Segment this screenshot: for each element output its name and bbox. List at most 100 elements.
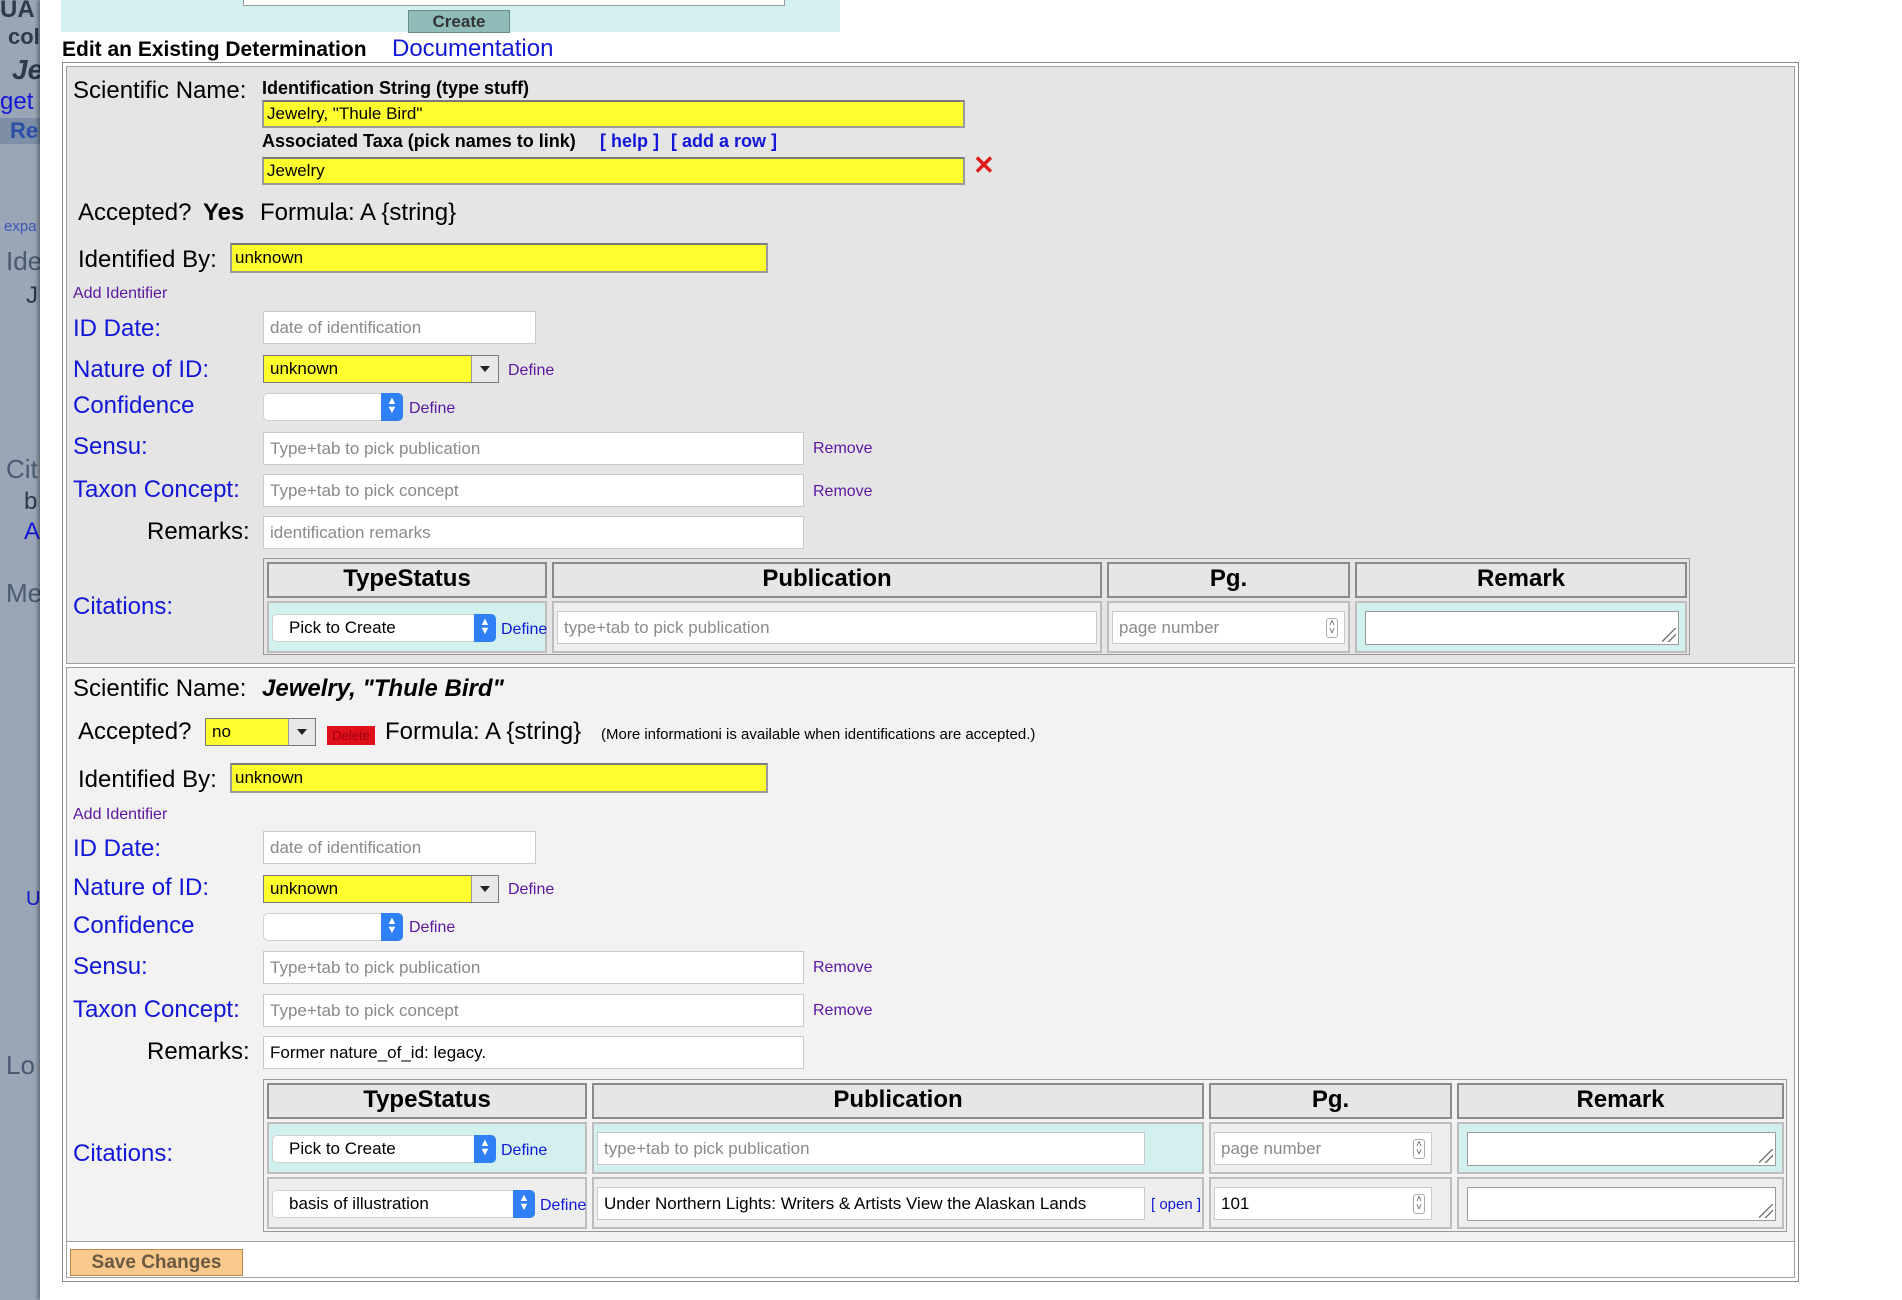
confidence-select[interactable]: ▲ ▼ [263, 913, 403, 941]
create-input[interactable] [243, 0, 785, 6]
table-cell [1457, 1177, 1784, 1229]
sensu-input[interactable]: Type+tab to pick publication [263, 432, 804, 465]
nature-of-id-value: unknown [270, 359, 339, 378]
sensu-input[interactable]: Type+tab to pick publication [263, 951, 804, 984]
add-row-link[interactable]: [ add a row ] [671, 131, 777, 152]
table-cell: type+tab to pick publication [552, 601, 1102, 653]
citations-table: TypeStatus Publication Pg. Remark Pick t… [263, 1079, 1787, 1232]
typestatus-value: basis of illustration [289, 1194, 429, 1213]
id-date-label: ID Date: [73, 835, 162, 862]
id-date-label: ID Date: [73, 315, 162, 342]
associated-taxa-input[interactable]: Jewelry [262, 157, 965, 185]
taxon-concept-remove-link[interactable]: Remove [813, 1002, 873, 1020]
chevron-updown-icon: ▲ ▼ [474, 1135, 496, 1163]
accepted-value: no [212, 722, 231, 741]
remarks-label: Remarks: [147, 518, 250, 545]
col-publication: Publication [592, 1083, 1204, 1119]
bg-fragment[interactable]: A [24, 518, 40, 546]
publication-input[interactable]: type+tab to pick publication [557, 611, 1097, 644]
stepper-icon[interactable]: ˄ ˅ [1413, 1139, 1425, 1159]
open-publication-link[interactable]: [ open ] [1151, 1196, 1201, 1213]
table-row: basis of illustration ▲ ▼ Define [267, 1177, 587, 1229]
table-row: Pick to Create ▲ ▼ Define [267, 1122, 587, 1174]
confidence-define-link[interactable]: Define [409, 919, 455, 937]
identified-by-input[interactable]: unknown [230, 763, 768, 793]
taxon-concept-input[interactable]: Type+tab to pick concept [263, 994, 804, 1027]
bg-fragment[interactable]: get [0, 88, 33, 116]
typestatus-select[interactable]: Pick to Create ▲ ▼ [272, 1135, 496, 1163]
bg-fragment: Je [12, 54, 44, 85]
scientific-name-label: Scientific Name: [73, 77, 247, 104]
table-cell [1355, 601, 1687, 653]
sensu-remove-link[interactable]: Remove [813, 440, 873, 458]
typestatus-value: Pick to Create [289, 618, 396, 637]
taxon-concept-input[interactable]: Type+tab to pick concept [263, 474, 804, 507]
chevron-updown-icon: ▲ ▼ [381, 393, 403, 421]
nature-of-id-select[interactable]: unknown [263, 355, 499, 383]
stepper-icon[interactable]: ˄ ˅ [1326, 618, 1338, 638]
bg-fragment: J [26, 282, 38, 309]
accepted-label: Accepted? [78, 718, 192, 745]
documentation-link[interactable]: Documentation [392, 35, 553, 63]
taxon-concept-label: Taxon Concept: [73, 996, 240, 1023]
nature-of-id-label: Nature of ID: [73, 356, 210, 383]
acceptance-note: (More informationi is available when ide… [601, 726, 1036, 743]
typestatus-select[interactable]: basis of illustration ▲ ▼ [272, 1190, 535, 1218]
remark-textarea[interactable] [1467, 1132, 1776, 1166]
bg-fragment[interactable]: U [26, 888, 40, 911]
typestatus-select[interactable]: Pick to Create ▲ ▼ [272, 614, 496, 642]
save-changes-button[interactable]: Save Changes [70, 1249, 243, 1276]
add-identifier-link[interactable]: Add Identifier [73, 806, 167, 824]
help-link[interactable]: [ help ] [600, 131, 659, 152]
typestatus-define-link[interactable]: Define [501, 621, 547, 639]
scientific-name-value: Jewelry, "Thule Bird" [262, 675, 504, 702]
bg-fragment: Cit [6, 454, 38, 484]
typestatus-define-link[interactable]: Define [501, 1142, 547, 1160]
sensu-remove-link[interactable]: Remove [813, 959, 873, 977]
sensu-label: Sensu: [73, 433, 148, 460]
id-date-input[interactable]: date of identification [263, 831, 536, 864]
remark-textarea[interactable] [1467, 1187, 1776, 1221]
page-number-input[interactable]: page number ˄ ˅ [1214, 1132, 1432, 1165]
nature-define-link[interactable]: Define [508, 362, 554, 380]
taxon-concept-remove-link[interactable]: Remove [813, 483, 873, 501]
confidence-select[interactable]: ▲ ▼ [263, 393, 403, 421]
col-remark: Remark [1355, 562, 1687, 598]
create-button[interactable]: Create [408, 10, 510, 33]
background-page: UA col Je get Re expa Ide J Cit b A Me U… [0, 0, 50, 1300]
stepper-icon[interactable]: ˄ ˅ [1413, 1194, 1425, 1214]
chevron-updown-icon: ▲ ▼ [381, 913, 403, 941]
chevron-down-icon [288, 719, 315, 745]
page-number-placeholder: page number [1221, 1139, 1322, 1158]
accepted-select[interactable]: no [205, 718, 316, 746]
remarks-input[interactable]: identification remarks [263, 516, 804, 549]
sensu-label: Sensu: [73, 953, 148, 980]
confidence-define-link[interactable]: Define [409, 400, 455, 418]
page-number-input[interactable]: 101 ˄ ˅ [1214, 1187, 1432, 1220]
id-string-input[interactable]: Jewelry, "Thule Bird" [262, 100, 965, 128]
page-number-placeholder: page number [1119, 618, 1220, 637]
remove-taxa-icon[interactable]: ✕ [973, 150, 995, 181]
table-cell: page number ˄ ˅ [1107, 601, 1350, 653]
col-remark: Remark [1457, 1083, 1784, 1119]
publication-input[interactable]: type+tab to pick publication [597, 1132, 1145, 1165]
formula-text: Formula: A {string} [385, 718, 582, 745]
table-cell [1457, 1122, 1784, 1174]
add-identifier-link[interactable]: Add Identifier [73, 285, 167, 303]
page-number-input[interactable]: page number ˄ ˅ [1112, 611, 1345, 644]
remark-textarea[interactable] [1365, 611, 1679, 645]
nature-of-id-select[interactable]: unknown [263, 875, 499, 903]
publication-input[interactable]: Under Northern Lights: Writers & Artists… [597, 1187, 1145, 1220]
id-date-input[interactable]: date of identification [263, 311, 536, 344]
nature-of-id-label: Nature of ID: [73, 874, 210, 901]
delete-button[interactable]: Delete [327, 726, 375, 745]
remarks-input[interactable]: Former nature_of_id: legacy. [263, 1036, 804, 1069]
identified-by-input[interactable]: unknown [230, 243, 768, 273]
col-typestatus: TypeStatus [267, 562, 547, 598]
bg-fragment[interactable]: expa [4, 218, 37, 235]
typestatus-define-link[interactable]: Define [540, 1197, 586, 1215]
associated-taxa-label: Associated Taxa (pick names to link) [262, 131, 576, 151]
nature-define-link[interactable]: Define [508, 881, 554, 899]
accepted-label: Accepted? [78, 199, 192, 226]
bg-fragment: Lo [6, 1050, 35, 1080]
